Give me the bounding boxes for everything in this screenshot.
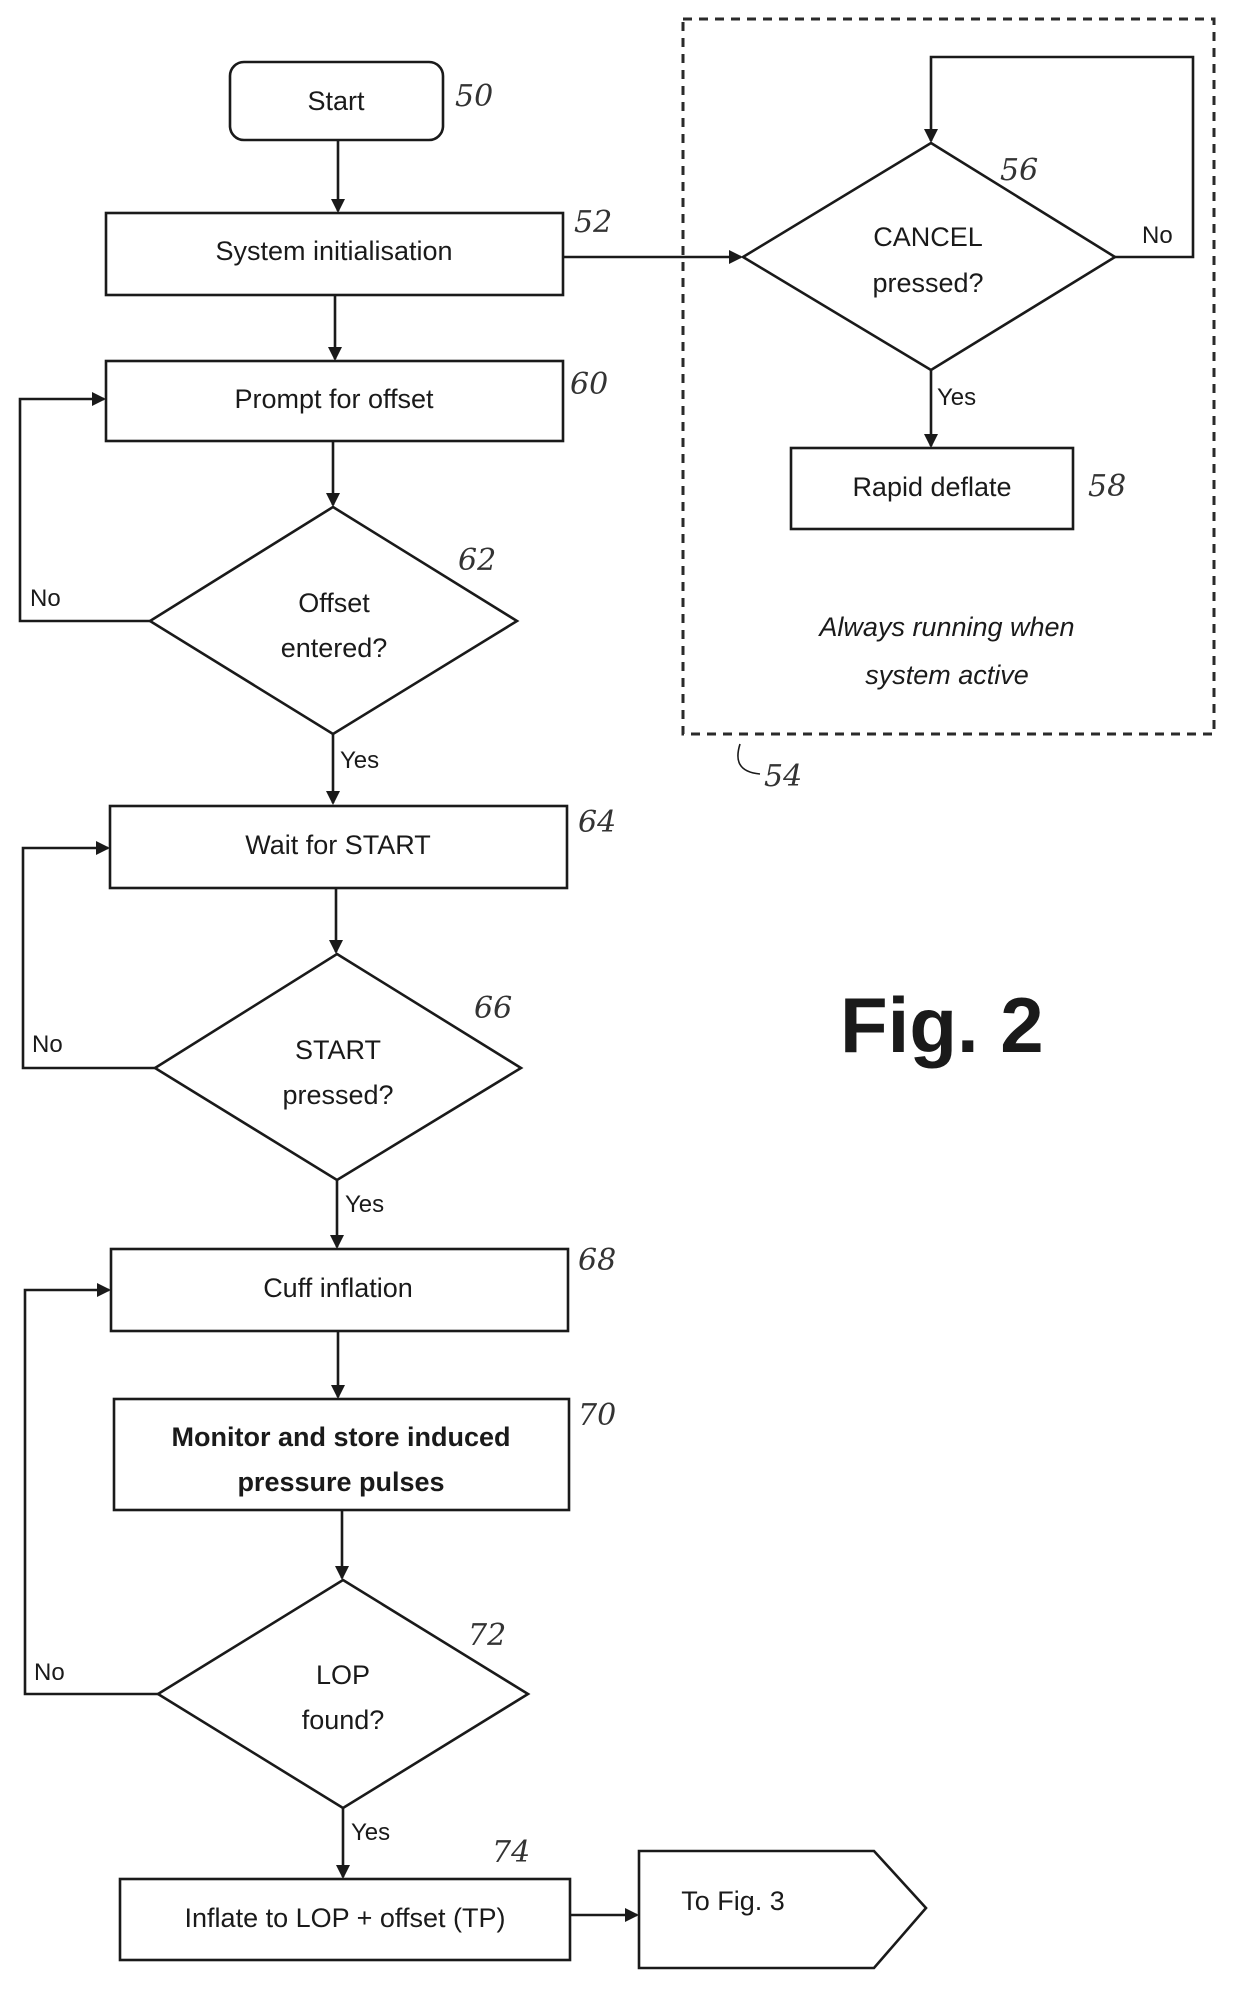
offset-line1: Offset <box>298 588 370 618</box>
to-fig3-label: To Fig. 3 <box>681 1886 785 1916</box>
ref-62: 62 <box>458 543 496 578</box>
ref-58: 58 <box>1088 469 1126 504</box>
offset-line2: entered? <box>281 633 388 663</box>
figure-title: Fig. 2 <box>840 981 1044 1069</box>
start-pressed-yes-label: Yes <box>345 1191 384 1218</box>
start-pressed-line1: START <box>295 1035 381 1065</box>
flowchart: 54 Start 50 System initialisation 52 CAN… <box>18 17 1216 1970</box>
start-label: Start <box>307 86 365 116</box>
cancel-pressed-decision <box>740 141 1118 372</box>
prompt-offset-label: Prompt for offset <box>234 384 434 414</box>
start-pressed-line2: pressed? <box>282 1080 393 1110</box>
monitor-store-line2: pressure pulses <box>237 1467 444 1497</box>
ref-50: 50 <box>455 79 493 114</box>
cancel-yes-label: Yes <box>937 384 976 411</box>
cancel-line1: CANCEL <box>873 222 983 252</box>
lop-line1: LOP <box>316 1660 370 1690</box>
lop-line2: found? <box>302 1705 385 1735</box>
ref-72: 72 <box>468 1618 506 1653</box>
lop-yes-label: Yes <box>351 1819 390 1846</box>
offset-entered-decision <box>147 505 520 736</box>
background-note-line1: Always running when <box>817 612 1074 642</box>
offset-yes-label: Yes <box>340 747 379 774</box>
ref-60: 60 <box>570 367 608 402</box>
lop-found-decision <box>155 1578 531 1810</box>
cuff-inflation-label: Cuff inflation <box>263 1273 413 1303</box>
ref-70: 70 <box>578 1398 616 1433</box>
cancel-line2: pressed? <box>872 268 983 298</box>
ref-68: 68 <box>578 1243 616 1278</box>
monitor-store-line1: Monitor and store induced <box>171 1422 510 1452</box>
start-pressed-no-label: No <box>32 1031 63 1058</box>
cancel-no-label: No <box>1142 222 1173 249</box>
ref-54-leader <box>737 743 761 775</box>
background-note-line2: system active <box>865 660 1029 690</box>
wait-start-label: Wait for START <box>245 830 431 860</box>
ref-56: 56 <box>1000 153 1038 188</box>
rapid-deflate-label: Rapid deflate <box>852 472 1011 502</box>
ref-64: 64 <box>578 805 616 840</box>
inflate-tp-label: Inflate to LOP + offset (TP) <box>185 1903 506 1933</box>
ref-74: 74 <box>492 1835 530 1870</box>
offset-no-label: No <box>30 585 61 612</box>
ref-66: 66 <box>474 991 512 1026</box>
ref-54: 54 <box>764 759 802 794</box>
system-init-label: System initialisation <box>215 236 452 266</box>
ref-52: 52 <box>574 205 612 240</box>
lop-no-label: No <box>34 1659 65 1686</box>
start-pressed-decision <box>152 952 524 1182</box>
